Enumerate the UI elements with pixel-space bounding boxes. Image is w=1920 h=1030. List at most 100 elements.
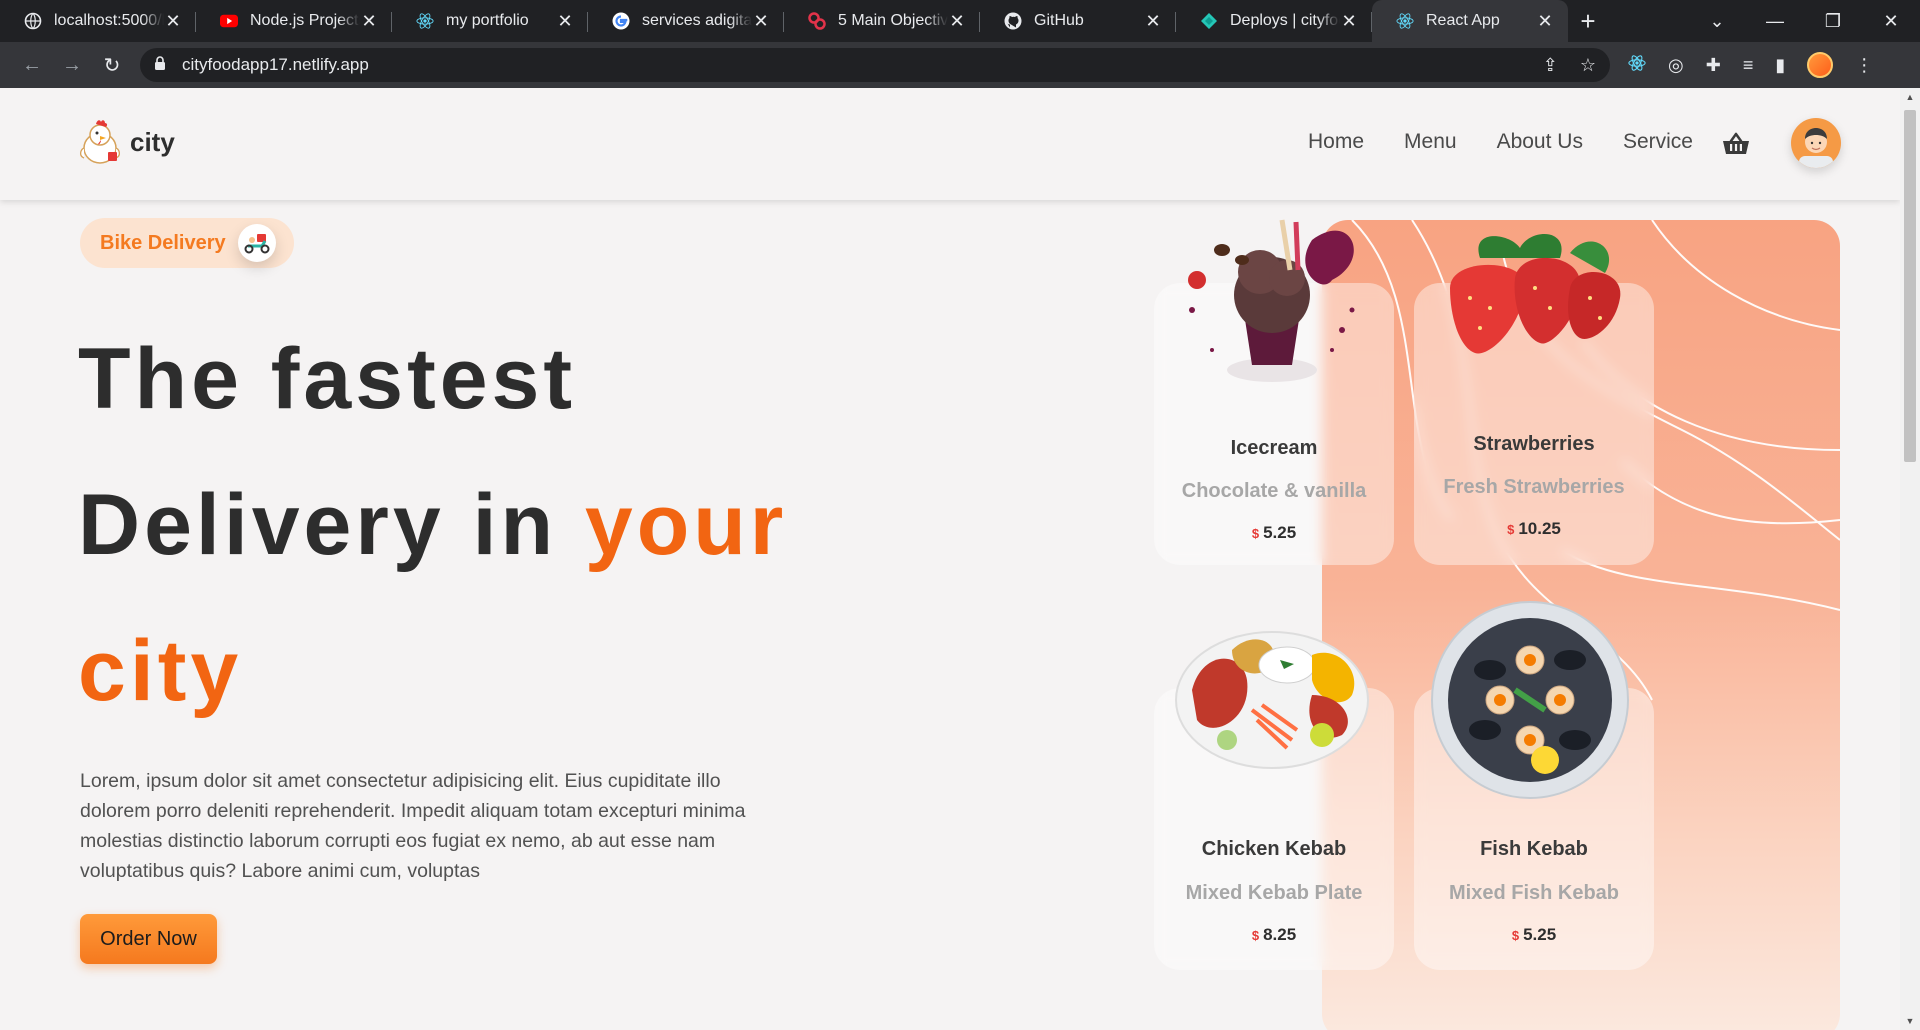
price-value: 5.25: [1263, 523, 1297, 542]
hero-headline: The fastest Delivery in your city: [78, 306, 978, 744]
browser-tab[interactable]: Node.js Projects - ✕: [196, 0, 392, 42]
address-bar[interactable]: cityfoodapp17.netlify.app ⇪ ☆: [140, 48, 1610, 82]
reload-icon[interactable]: ↻: [92, 45, 132, 85]
product-price: $10.25: [1414, 519, 1654, 539]
tab-title: Deploys | cityfoo: [1230, 12, 1340, 29]
react-devtools-icon[interactable]: [1628, 54, 1646, 77]
product-name: Chicken Kebab: [1201, 838, 1347, 860]
logo[interactable]: city: [78, 118, 175, 166]
headline-accent-your: your: [584, 477, 788, 573]
close-icon[interactable]: ✕: [556, 11, 574, 32]
profile-avatar-icon[interactable]: [1807, 52, 1834, 78]
forward-icon[interactable]: →: [52, 45, 92, 85]
nav-item-menu[interactable]: Menu: [1404, 130, 1457, 154]
react-icon: [1396, 12, 1414, 30]
browser-toolbar: ← → ↻ cityfoodapp17.netlify.app ⇪ ☆ ◎ ✚ …: [0, 42, 1920, 88]
close-icon[interactable]: ✕: [1536, 11, 1554, 32]
fish-kebab-image: [1431, 601, 1629, 799]
product-name: Fish Kebab: [1480, 838, 1588, 860]
nav-item-service[interactable]: Service: [1623, 130, 1693, 154]
product-price: $5.25: [1414, 925, 1654, 945]
tab-title: services adigital m: [642, 12, 752, 29]
browser-tab[interactable]: 5 Main Objectives ✕: [784, 0, 980, 42]
site-header: city Home Menu About Us Service: [0, 88, 1900, 200]
minimize-button[interactable]: —: [1746, 11, 1804, 32]
close-icon[interactable]: ✕: [164, 11, 182, 32]
currency-symbol: $: [1251, 526, 1260, 541]
currency-symbol: $: [1251, 928, 1260, 943]
side-panel-icon[interactable]: ▮: [1775, 55, 1785, 76]
extensions-puzzle-icon[interactable]: ✚: [1706, 55, 1721, 76]
price-value: 8.25: [1263, 925, 1297, 944]
product-price: $8.25: [1154, 925, 1394, 945]
scroll-up-arrow-icon[interactable]: ▲: [1900, 92, 1920, 102]
badge-label: Bike Delivery: [100, 231, 226, 254]
nav-item-home[interactable]: Home: [1308, 130, 1364, 154]
page-scrollbar[interactable]: ▲ ▼: [1900, 88, 1920, 1030]
main-nav: Home Menu About Us Service: [1308, 130, 1693, 154]
tab-title: 5 Main Objectives: [838, 12, 948, 29]
chicken-chef-logo-icon: [79, 120, 121, 164]
strawberries-image: [1450, 234, 1621, 354]
browser-tab[interactable]: Deploys | cityfoo ✕: [1176, 0, 1372, 42]
browser-tab[interactable]: services adigital m ✕: [588, 0, 784, 42]
tab-search-icon[interactable]: ⌄: [1688, 11, 1746, 32]
url-text[interactable]: cityfoodapp17.netlify.app: [182, 55, 369, 75]
close-icon[interactable]: ✕: [1144, 11, 1162, 32]
hero-description: Lorem, ipsum dolor sit amet consectetur …: [80, 770, 746, 882]
close-icon[interactable]: ✕: [948, 11, 966, 32]
close-icon[interactable]: ✕: [360, 11, 378, 32]
browser-tab-strip: localhost:5000/lo ✕ Node.js Projects - ✕…: [0, 0, 1920, 42]
user-avatar[interactable]: [1791, 118, 1841, 168]
lock-icon[interactable]: [154, 56, 170, 74]
tab-title: React App: [1426, 12, 1500, 29]
bike-delivery-badge: Bike Delivery: [80, 218, 294, 268]
new-tab-button[interactable]: +: [1568, 0, 1608, 42]
web-page: city Home Menu About Us Service Bike Del…: [0, 88, 1900, 1030]
share-icon[interactable]: ⇪: [1543, 55, 1558, 76]
react-icon: [416, 12, 434, 30]
netlify-icon: [1200, 12, 1218, 30]
nav-item-about-us[interactable]: About Us: [1497, 130, 1583, 154]
close-window-button[interactable]: ✕: [1862, 11, 1920, 32]
scrollbar-thumb[interactable]: [1904, 110, 1916, 462]
restore-button[interactable]: ❐: [1804, 11, 1862, 32]
google-icon: [612, 12, 630, 30]
currency-symbol: $: [1511, 928, 1520, 943]
product-description: Fresh Strawberries: [1443, 476, 1625, 498]
price-value: 10.25: [1518, 519, 1561, 538]
tab-title: Node.js Projects -: [250, 12, 360, 29]
headline-line-1: The fastest: [78, 331, 577, 427]
product-description: Mixed Kebab Plate: [1185, 882, 1363, 904]
browser-tab-active[interactable]: React App ✕: [1372, 0, 1568, 42]
browser-menu-icon[interactable]: ⋮: [1855, 55, 1873, 76]
back-icon[interactable]: ←: [12, 45, 52, 85]
tab-title: my portfolio: [446, 12, 529, 29]
logo-text: city: [130, 126, 175, 157]
order-now-button[interactable]: Order Now: [80, 914, 217, 964]
close-icon[interactable]: ✕: [1340, 11, 1358, 32]
scroll-down-arrow-icon[interactable]: ▼: [1900, 1016, 1920, 1026]
tab-title: localhost:5000/lo: [54, 12, 164, 29]
media-queue-icon[interactable]: ≡: [1743, 55, 1754, 76]
globe-icon: [24, 12, 42, 30]
chicken-kebab-image: [1175, 631, 1369, 769]
close-icon[interactable]: ✕: [752, 11, 770, 32]
delivery-scooter-icon: [238, 224, 276, 262]
github-icon: [1004, 12, 1022, 30]
icecream-image: [1188, 219, 1355, 382]
browser-tab[interactable]: my portfolio ✕: [392, 0, 588, 42]
product-name: Strawberries: [1473, 433, 1595, 455]
app-icon: [808, 12, 826, 30]
currency-symbol: $: [1507, 522, 1515, 537]
extension-target-icon[interactable]: ◎: [1668, 55, 1684, 76]
product-description: Chocolate & vanilla: [1181, 480, 1367, 502]
tab-title: GitHub: [1034, 12, 1084, 29]
cart-basket-icon[interactable]: [1722, 132, 1750, 161]
bookmark-star-icon[interactable]: ☆: [1580, 55, 1596, 76]
browser-tab[interactable]: GitHub ✕: [980, 0, 1176, 42]
youtube-icon: [220, 12, 238, 30]
browser-tab[interactable]: localhost:5000/lo ✕: [0, 0, 196, 42]
product-name: Icecream: [1230, 437, 1318, 459]
product-price: $5.25: [1154, 523, 1394, 543]
